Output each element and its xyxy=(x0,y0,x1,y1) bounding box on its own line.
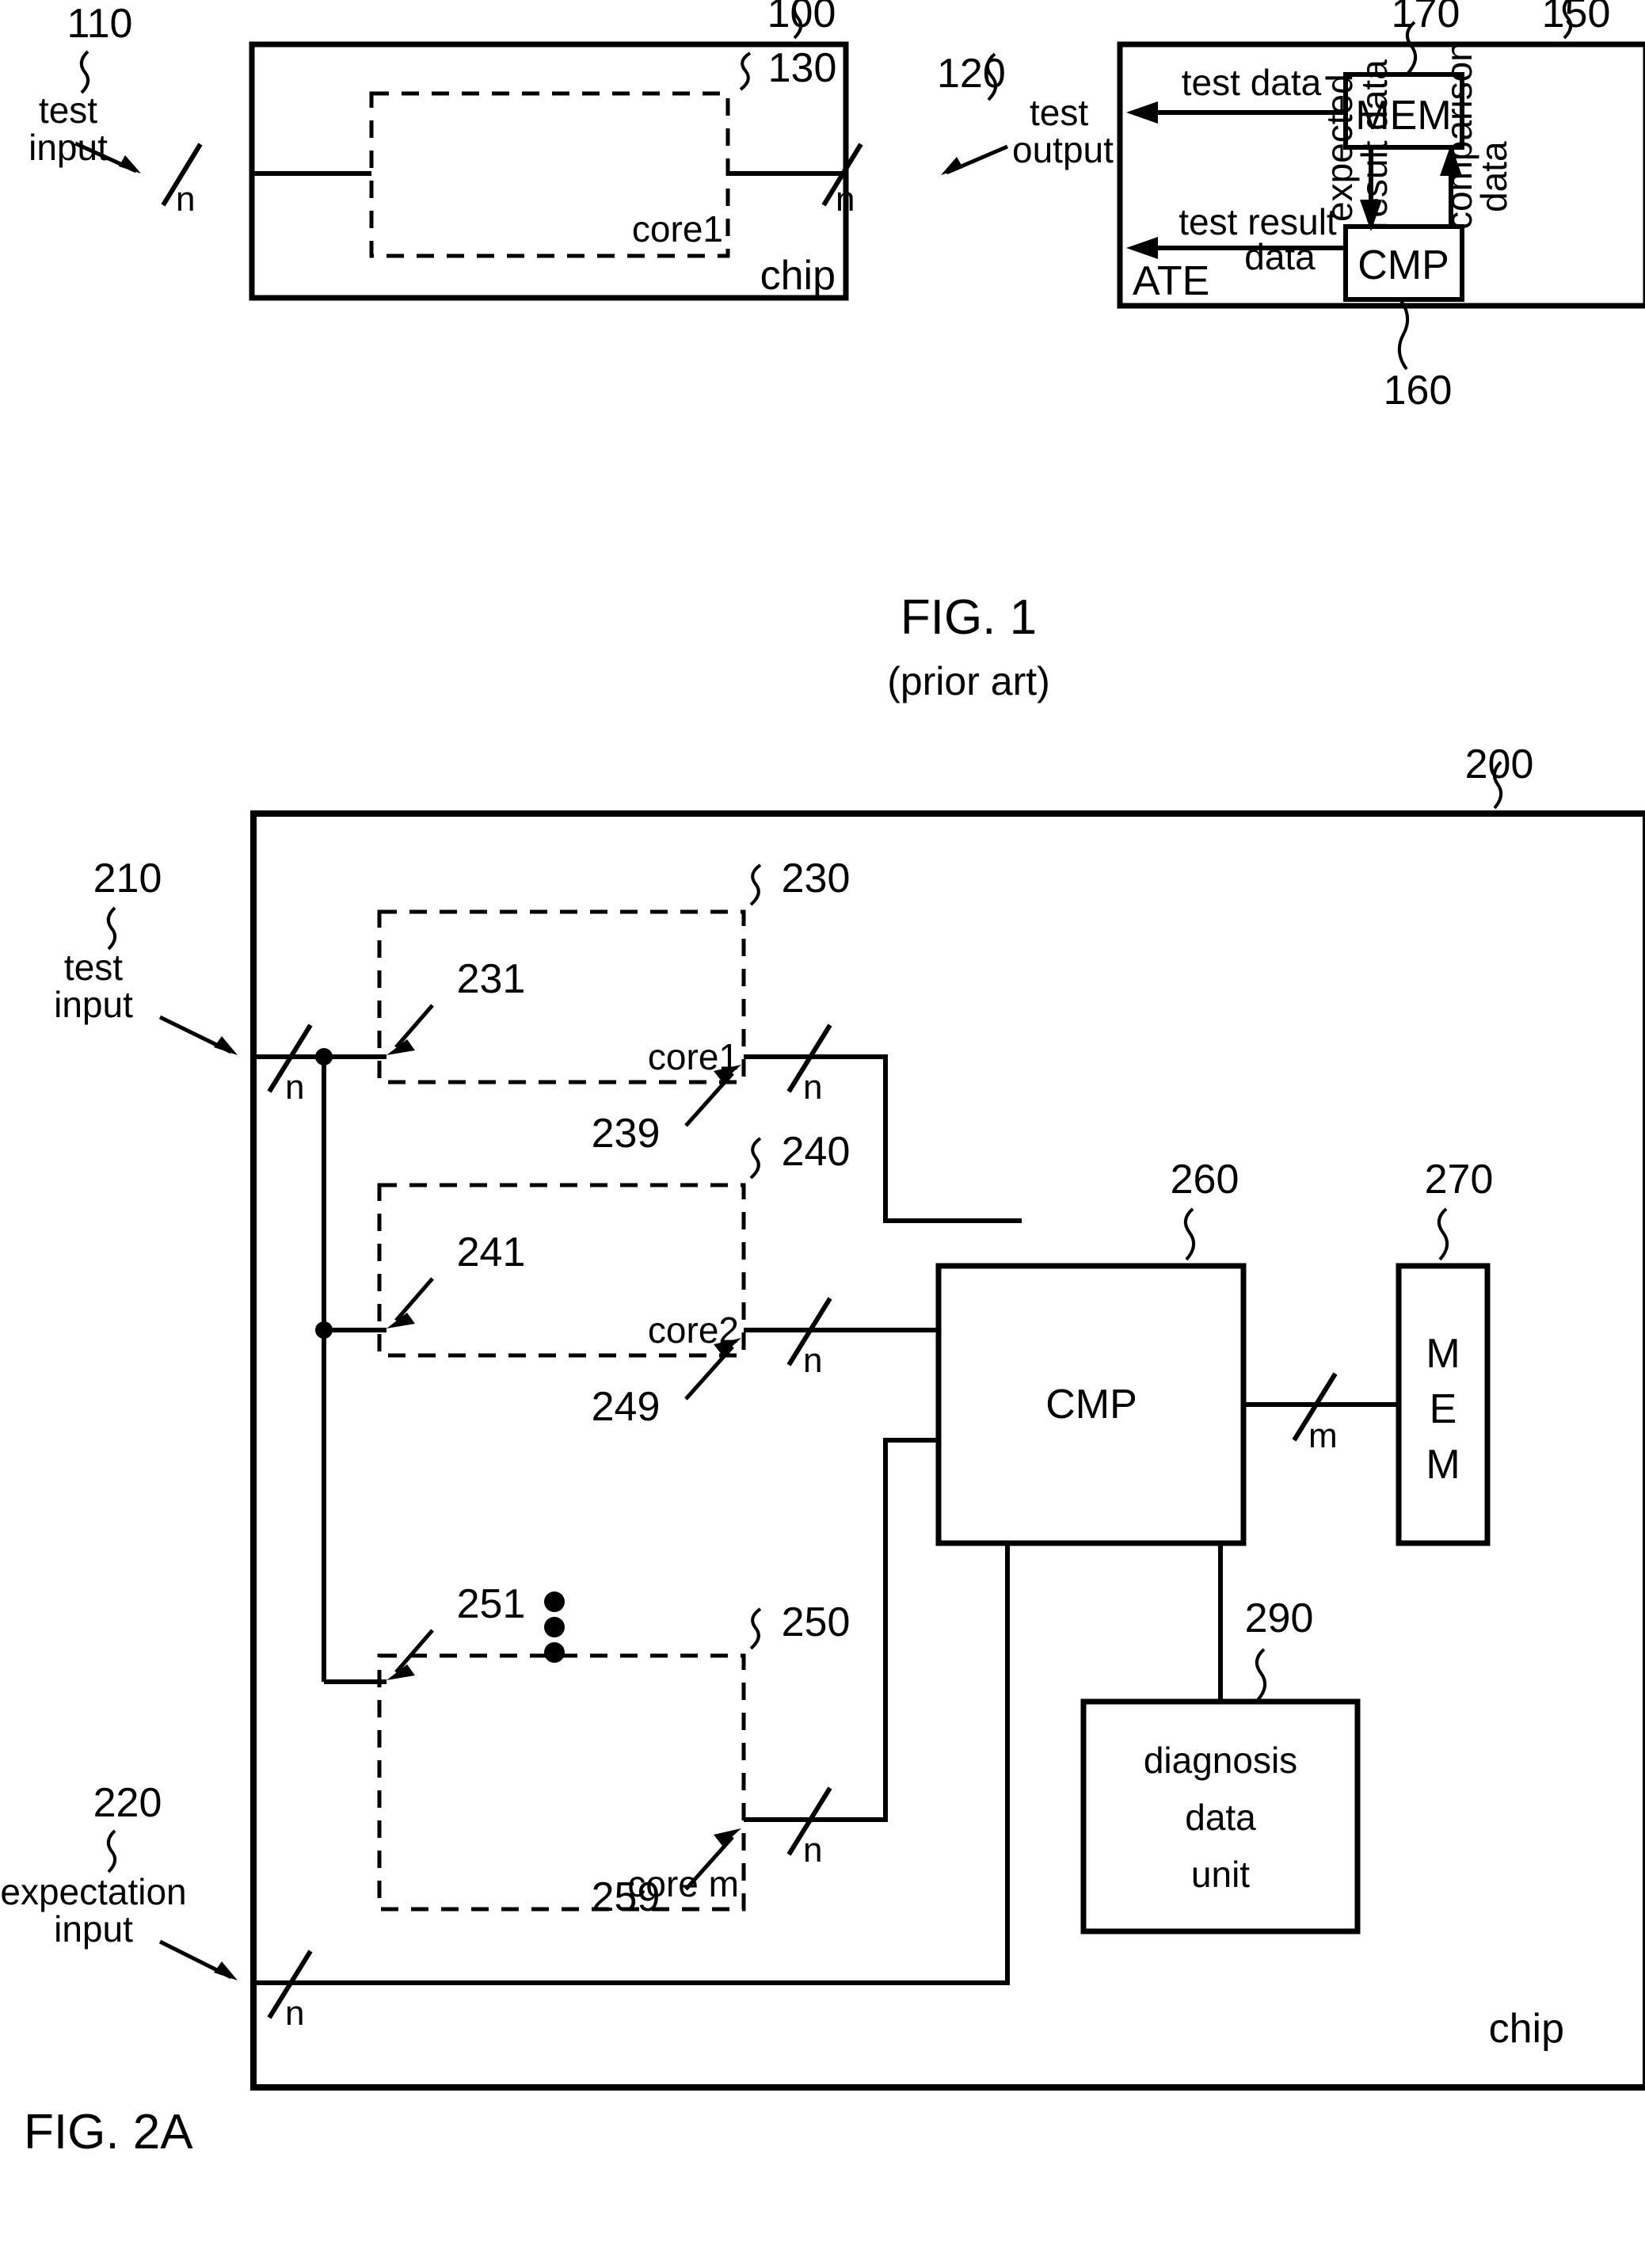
fig1-ate-label: ATE xyxy=(1133,258,1209,304)
fig1-ref-160: 160 xyxy=(1384,368,1453,414)
fig2a-core-ellipsis xyxy=(544,1591,565,1663)
fig2a-cmp-label: CMP xyxy=(1045,1382,1137,1428)
fig2a-ref-249: 249 xyxy=(592,1384,661,1430)
fig1-test-input-label-2: input xyxy=(29,127,108,168)
fig2a-ellipsis-dot-2 xyxy=(544,1617,565,1637)
fig2a-ref-260: 260 xyxy=(1171,1157,1239,1203)
fig2a-mem-label-2: E xyxy=(1430,1386,1457,1432)
fig2a-diagnosis-label-2: data xyxy=(1185,1797,1256,1838)
fig1-test-output-label-1: test xyxy=(1030,92,1088,133)
fig2a-test-input-label-1: test xyxy=(64,947,123,988)
fig2a-corem-output-bus-width: n xyxy=(803,1831,822,1870)
fig2a-expectation-input-label-2: input xyxy=(54,1908,133,1950)
fig1-ref-150: 150 xyxy=(1542,0,1611,36)
fig2a-core2-output-bus-width: n xyxy=(803,1341,822,1380)
fig1-test-data-label: test data xyxy=(1182,62,1322,103)
fig1-cmp-label: CMP xyxy=(1358,242,1449,288)
fig2a-chip-label: chip xyxy=(1489,2006,1564,2052)
fig2a-ref-210: 210 xyxy=(93,856,162,901)
fig1-ref-110: 110 xyxy=(67,1,133,47)
fig2a-expectation-input-bus-width: n xyxy=(285,1994,304,2033)
fig1-test-output-label-2: output xyxy=(1012,129,1114,170)
fig2a-ref-200: 200 xyxy=(1465,741,1534,787)
fig2a-mem-label-3: M xyxy=(1426,1442,1460,1488)
drawing-canvas: 100 130 core1 chip n test input 110 n te… xyxy=(0,0,1645,2268)
fig2a-cmp-mem-bus-width: m xyxy=(1308,1416,1338,1455)
fig2a-ref-231: 231 xyxy=(457,956,526,1002)
fig2a-ref-259: 259 xyxy=(592,1874,661,1920)
fig2a-ref-220: 220 xyxy=(93,1780,162,1826)
fig2a-test-input-label-2: input xyxy=(54,984,133,1025)
fig2a-ellipsis-dot-1 xyxy=(544,1591,565,1612)
fig2a-ref-241: 241 xyxy=(457,1229,526,1275)
fig2a-ref-239: 239 xyxy=(592,1111,661,1157)
fig2a-caption: FIG. 2A xyxy=(24,2105,193,2159)
fig1-ref-120: 120 xyxy=(937,51,1006,97)
fig1-test-result-label-2: data xyxy=(1244,236,1316,277)
fig1-ref-130: 130 xyxy=(768,45,837,91)
fig2a-core1-output-bus-width: n xyxy=(803,1068,822,1107)
fig2a-ref-270: 270 xyxy=(1425,1157,1494,1203)
fig2a-ref-240: 240 xyxy=(782,1129,851,1175)
fig1-caption: FIG. 1 xyxy=(901,590,1037,645)
fig2a-ref-251: 251 xyxy=(457,1581,526,1627)
fig2a-diagnosis-label-3: unit xyxy=(1191,1854,1250,1895)
fig1-comparison-label-2: data xyxy=(1473,141,1514,212)
fig1-ref-100: 100 xyxy=(767,0,836,36)
fig2a-ref-290: 290 xyxy=(1245,1595,1314,1641)
fig1-chip-label: chip xyxy=(760,253,836,299)
fig2a-test-input-bus-width: n xyxy=(285,1068,304,1107)
fig1-test-input-label-1: test xyxy=(39,90,97,131)
fig2a-diagnosis-label-1: diagnosis xyxy=(1144,1740,1297,1781)
fig2a-mem-label-1: M xyxy=(1426,1331,1460,1377)
fig1-test-output-bus-width: n xyxy=(836,180,855,219)
fig1-core1-label: core1 xyxy=(632,208,723,250)
fig1-caption-sub: (prior art) xyxy=(887,659,1050,703)
fig1-test-input-bus-width: n xyxy=(176,180,195,219)
fig1-ref-170: 170 xyxy=(1392,0,1460,36)
fig2a-expectation-input-label-1: expectation xyxy=(0,1871,186,1912)
fig2a-ellipsis-dot-3 xyxy=(544,1642,565,1663)
fig2a-ref-250: 250 xyxy=(782,1599,851,1645)
fig2a-ref-230: 230 xyxy=(782,856,851,901)
fig1-expected-result-label-2: result data xyxy=(1354,59,1395,230)
patent-drawing-sheet: 100 130 core1 chip n test input 110 n te… xyxy=(0,0,1645,2268)
